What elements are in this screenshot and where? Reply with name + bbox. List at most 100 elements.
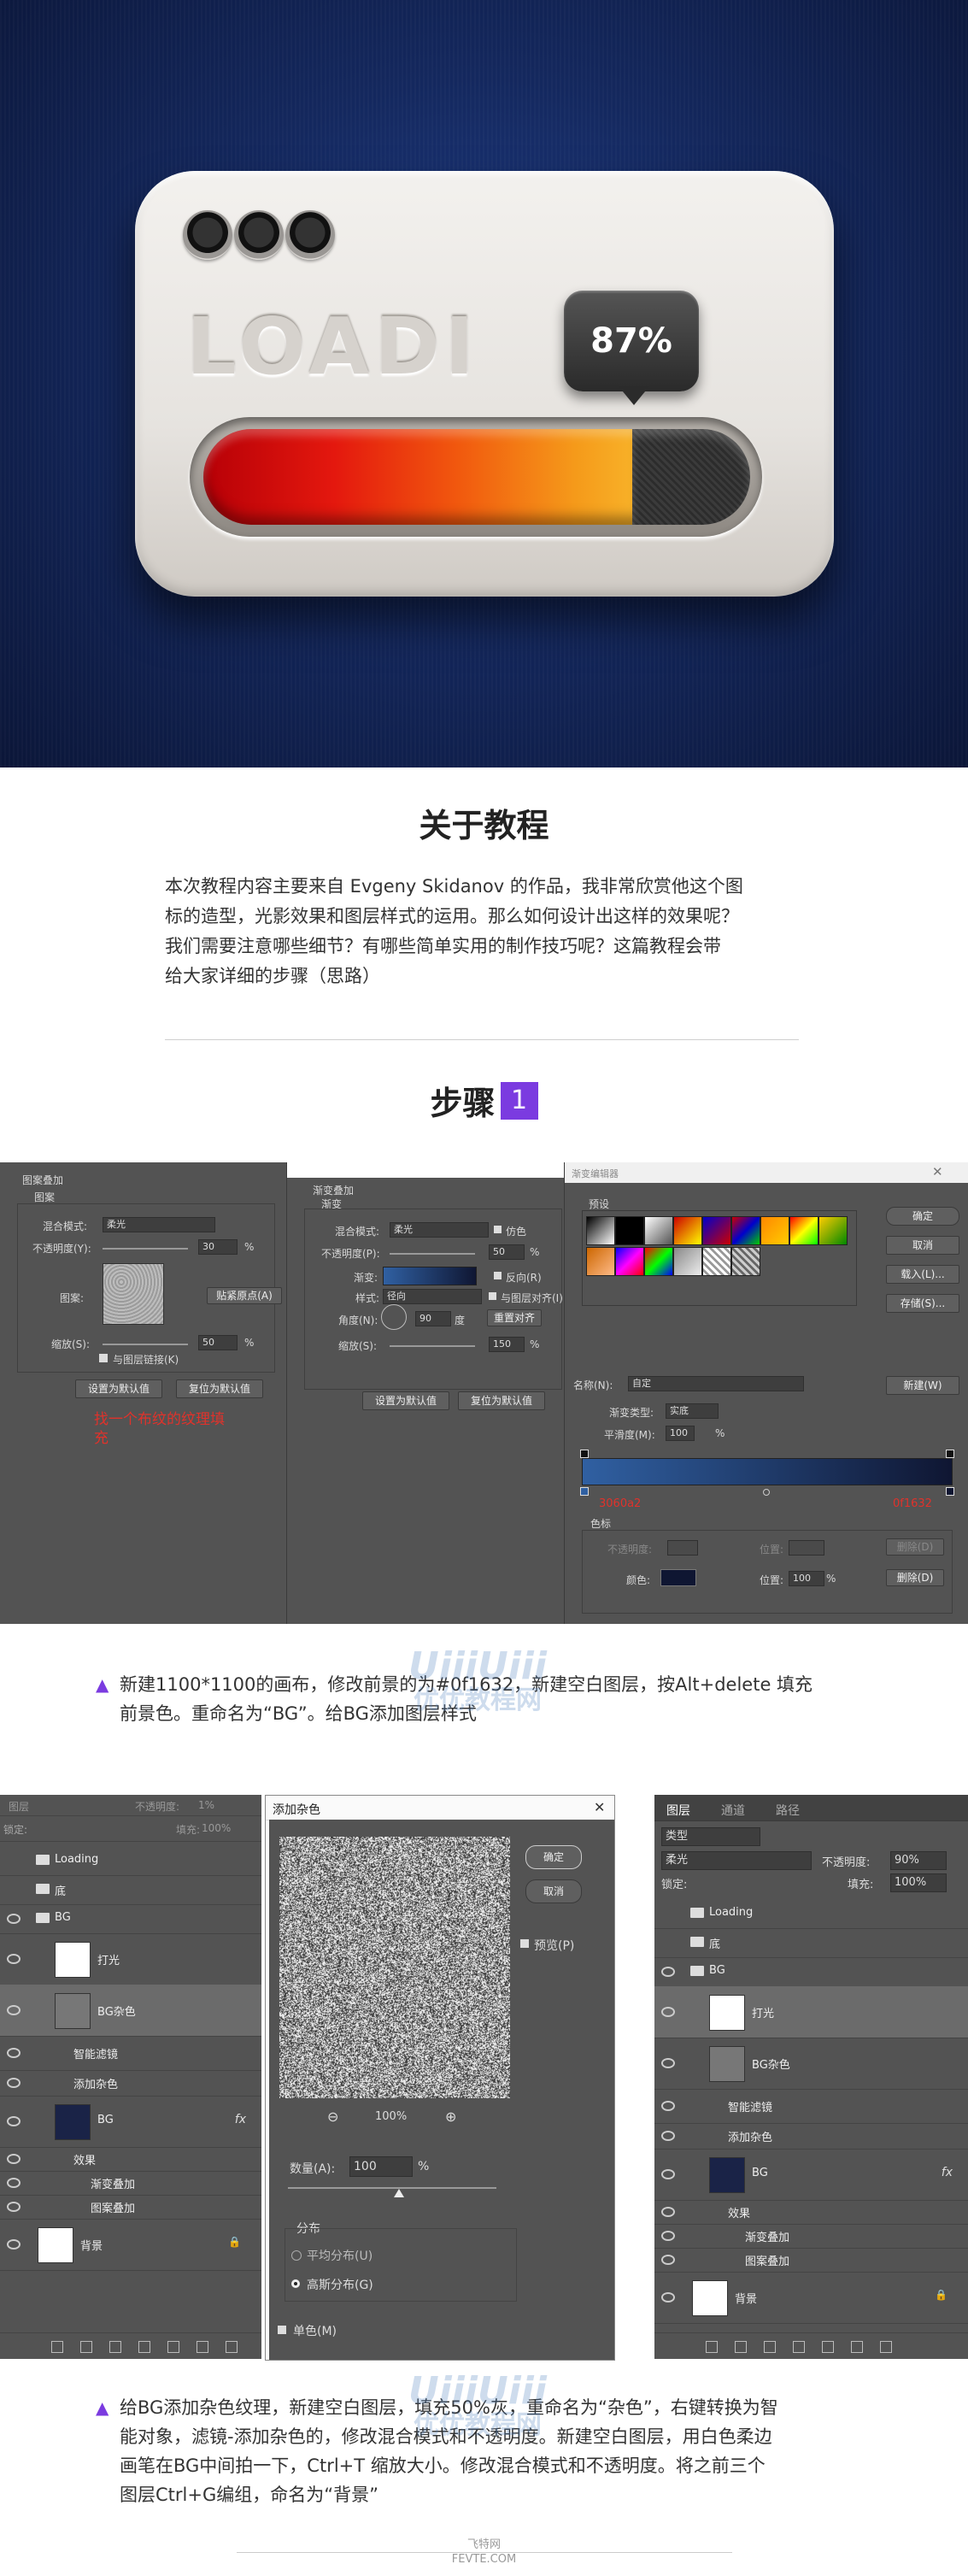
gradient-preset-swatch[interactable] [644, 1216, 673, 1245]
new-layer-icon[interactable] [851, 2341, 863, 2353]
delete-button[interactable]: 删除(D) [886, 1569, 944, 1586]
set-default-button[interactable]: 设置为默认值 [75, 1379, 162, 1398]
opacity-slider[interactable] [103, 1248, 188, 1250]
gradient-preset-swatch[interactable] [731, 1247, 760, 1276]
zoom-out-icon[interactable]: ⊖ [327, 2108, 338, 2125]
delete-button-disabled[interactable]: 删除(D) [886, 1538, 944, 1556]
tab-layers[interactable]: 图层 [666, 1802, 690, 1819]
layer-row[interactable]: 渐变叠加 [654, 2224, 968, 2249]
layer-row[interactable]: 图案叠加 [0, 2195, 261, 2220]
angle-dial[interactable] [381, 1304, 407, 1330]
blend-mode-select[interactable]: 柔光 [390, 1222, 489, 1238]
layer-row[interactable]: 效果 [654, 2200, 968, 2225]
blend-mode-select[interactable]: 柔光 [661, 1851, 812, 1870]
angle-input[interactable]: 90 [415, 1311, 451, 1326]
fx-icon[interactable]: fx [942, 2166, 953, 2179]
layer-row[interactable]: 背景 🔒 [654, 2272, 968, 2324]
slider-thumb[interactable] [394, 2189, 404, 2197]
layer-row[interactable]: BG [654, 1957, 968, 1987]
visibility-eye-icon[interactable] [7, 1914, 21, 1924]
layer-row[interactable]: Loading [654, 1899, 968, 1929]
gradient-bar[interactable] [582, 1458, 953, 1485]
cancel-button[interactable]: 取消 [525, 1879, 582, 1903]
scale-input[interactable]: 50 [198, 1335, 238, 1350]
reset-default-button[interactable]: 复位为默认值 [176, 1379, 263, 1398]
visibility-eye-icon[interactable] [7, 2005, 21, 2015]
opacity-value[interactable]: 1% [198, 1799, 214, 1811]
layer-row[interactable]: Loading [0, 1846, 261, 1876]
gradient-preset-swatch[interactable] [615, 1247, 644, 1276]
layer-row[interactable]: 底 [654, 1928, 968, 1958]
opacity-slider[interactable] [390, 1253, 475, 1255]
visibility-eye-icon[interactable] [661, 2131, 675, 2141]
link-icon[interactable] [51, 2341, 63, 2353]
visibility-eye-icon[interactable] [661, 2255, 675, 2265]
fx-icon[interactable] [735, 2341, 747, 2353]
trash-icon[interactable] [880, 2341, 892, 2353]
gradient-preset-swatch[interactable] [702, 1247, 731, 1276]
fx-icon[interactable] [80, 2341, 92, 2353]
gradient-preset-swatch[interactable] [673, 1216, 702, 1245]
new-layer-icon[interactable] [197, 2341, 208, 2353]
color-stop[interactable] [946, 1487, 954, 1496]
visibility-eye-icon[interactable] [7, 2154, 21, 2164]
opacity-input[interactable]: 90% [890, 1851, 947, 1870]
scale-input[interactable]: 150 [489, 1337, 525, 1352]
tab-channels[interactable]: 通道 [721, 1802, 745, 1819]
color-stop[interactable] [580, 1487, 589, 1496]
amount-slider[interactable] [288, 2187, 496, 2189]
opacity-stop[interactable] [946, 1450, 954, 1458]
layer-row[interactable]: BG杂色 [654, 2038, 968, 2090]
link-icon[interactable] [706, 2341, 718, 2353]
visibility-eye-icon[interactable] [7, 2048, 21, 2058]
zoom-in-icon[interactable]: ⊕ [445, 2108, 456, 2125]
visibility-eye-icon[interactable] [661, 2007, 675, 2017]
kind-filter[interactable]: 类型 [661, 1827, 760, 1846]
fill-value[interactable]: 100% [202, 1822, 231, 1834]
layer-row[interactable]: 打光 [0, 1933, 261, 1985]
layer-row[interactable]: BG杂色 [0, 1985, 261, 2037]
visibility-eye-icon[interactable] [661, 2101, 675, 2111]
layer-row[interactable]: 智能滤镜 [654, 2089, 968, 2124]
opacity-stop[interactable] [580, 1450, 589, 1458]
folder-icon[interactable] [822, 2341, 834, 2353]
layer-row[interactable]: 添加杂色 [0, 2070, 261, 2097]
trash-icon[interactable] [226, 2341, 238, 2353]
mono-checkbox[interactable] [278, 2326, 286, 2334]
layer-row[interactable]: BG fx [0, 2096, 261, 2148]
layer-row[interactable]: 智能滤镜 [0, 2036, 261, 2071]
dither-checkbox[interactable] [494, 1226, 502, 1233]
position-input[interactable]: 100 [789, 1571, 824, 1586]
align-checkbox[interactable] [489, 1292, 496, 1300]
visibility-eye-icon[interactable] [7, 2202, 21, 2212]
visibility-eye-icon[interactable] [661, 2207, 675, 2217]
layer-row[interactable]: 打光 [654, 1986, 968, 2038]
adjustment-icon[interactable] [138, 2341, 150, 2353]
gradient-preset-swatch[interactable] [644, 1247, 673, 1276]
visibility-eye-icon[interactable] [7, 2178, 21, 2188]
adjustment-icon[interactable] [793, 2341, 805, 2353]
tab-paths[interactable]: 路径 [776, 1802, 800, 1819]
visibility-eye-icon[interactable] [661, 2169, 675, 2179]
visibility-eye-icon[interactable] [661, 2058, 675, 2068]
gradient-preset-swatch[interactable] [789, 1216, 818, 1245]
ok-button[interactable]: 确定 [525, 1845, 582, 1869]
gradient-preset-swatch[interactable] [586, 1247, 615, 1276]
visibility-eye-icon[interactable] [661, 2231, 675, 2241]
visibility-eye-icon[interactable] [661, 2292, 675, 2303]
visibility-eye-icon[interactable] [661, 1967, 675, 1977]
visibility-eye-icon[interactable] [7, 2116, 21, 2126]
ok-button[interactable]: 确定 [886, 1207, 959, 1226]
layer-row[interactable]: 底 [0, 1875, 261, 1905]
visibility-eye-icon[interactable] [7, 2239, 21, 2250]
preview-checkbox[interactable] [520, 1939, 529, 1948]
pattern-swatch[interactable] [103, 1263, 164, 1325]
opacity-input[interactable]: 50 [489, 1244, 525, 1260]
uniform-radio[interactable] [291, 2250, 302, 2261]
gradient-preset-swatch[interactable] [760, 1216, 789, 1245]
layer-row[interactable]: 添加杂色 [654, 2123, 968, 2150]
visibility-eye-icon[interactable] [7, 2078, 21, 2088]
smooth-input[interactable]: 100 [666, 1426, 695, 1441]
snap-origin-button[interactable]: 贴紧原点(A) [207, 1287, 282, 1304]
link-checkbox[interactable] [99, 1354, 108, 1362]
